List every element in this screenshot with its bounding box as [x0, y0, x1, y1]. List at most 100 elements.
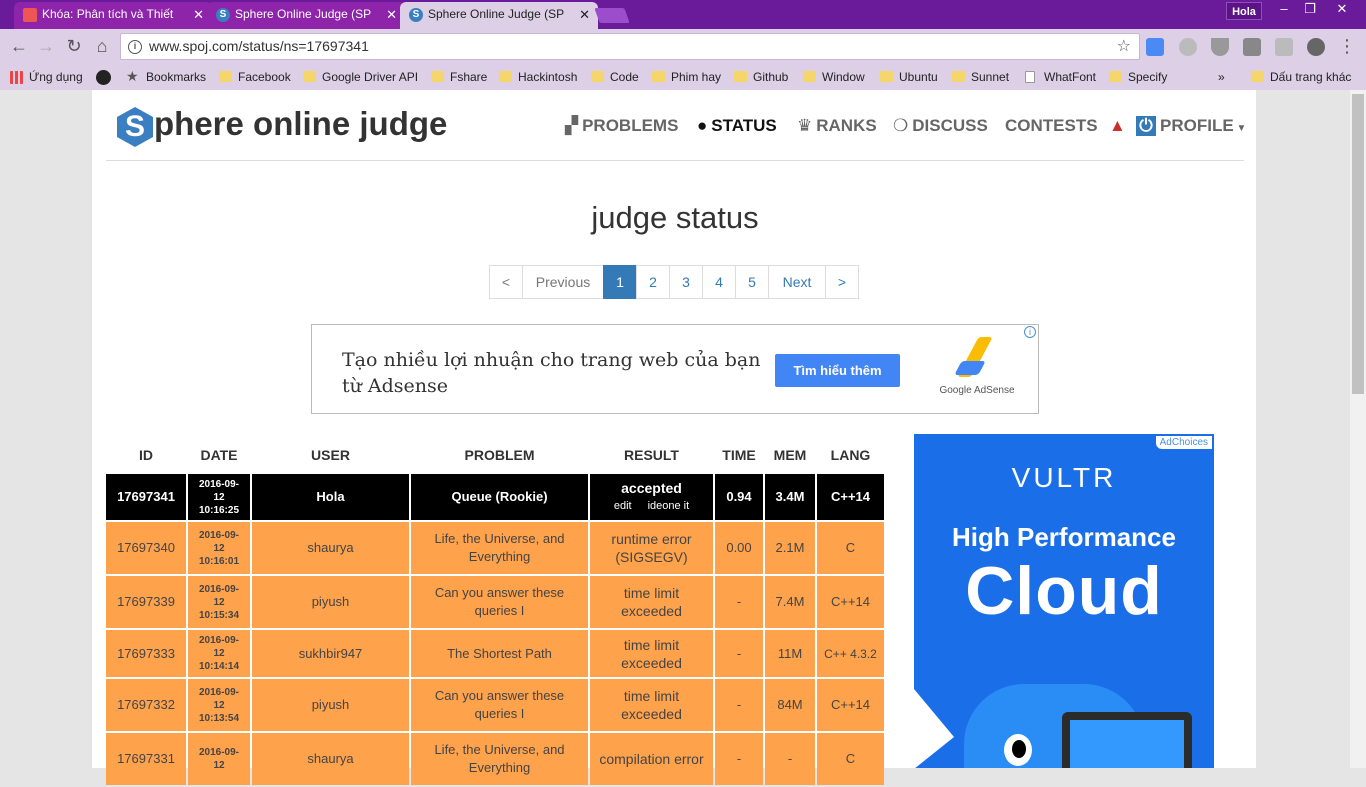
minimize-icon[interactable]: ‒ — [1270, 0, 1298, 20]
page-5-button[interactable]: 5 — [735, 265, 769, 299]
caret-down-icon: ▼ — [1233, 123, 1247, 134]
ad-learn-more-button[interactable]: Tìm hiểu thêm — [775, 354, 900, 387]
bookmark-apps[interactable]: Ứng dụng — [10, 68, 83, 86]
camera-icon[interactable] — [1243, 38, 1261, 56]
bookmark-folder[interactable]: Window — [803, 68, 865, 86]
extension-icon[interactable] — [1275, 38, 1293, 56]
page-4-button[interactable]: 4 — [702, 265, 736, 299]
page-last-button[interactable]: > — [825, 265, 859, 299]
info-icon[interactable]: i — [128, 40, 142, 54]
logo-text[interactable]: phere online judge — [154, 105, 447, 143]
nav-ranks[interactable]: ♛ RANKS — [797, 116, 877, 136]
window-close-icon[interactable]: ✕ — [1328, 0, 1356, 20]
cell-date: 2016-09- 12 10:13:54 — [188, 679, 250, 731]
eye-icon[interactable] — [1307, 38, 1325, 56]
col-mem: MEM — [765, 438, 815, 472]
bookmark-folder[interactable]: Ubuntu — [880, 68, 938, 86]
cell-result: time limit exceeded — [590, 576, 713, 628]
folder-icon — [431, 71, 444, 82]
cell-user[interactable]: shaurya — [252, 733, 409, 785]
puzzle-icon: ▞ — [565, 116, 579, 135]
browser-tab-1[interactable]: Khóa: Phân tích và Thiết ✕ — [14, 2, 212, 29]
adsense-banner[interactable]: Tạo nhiều lợi nhuận cho trang web của bạ… — [311, 324, 1039, 414]
col-date: DATE — [188, 438, 250, 472]
page-2-button[interactable]: 2 — [636, 265, 670, 299]
table-row: 17697331 2016-09- 12 shaurya Life, the Un… — [106, 733, 884, 785]
bookmark-folder[interactable]: Phim hay — [652, 68, 721, 86]
browser-tab-3[interactable]: S Sphere Online Judge (SP ✕ — [400, 2, 598, 29]
bookmark-folder[interactable]: Sunnet — [952, 68, 1009, 86]
cell-mem: 84M — [765, 679, 815, 731]
bookmark-github[interactable] — [96, 68, 111, 86]
nav-profile[interactable]: ⏻ PROFILE ▼ — [1136, 116, 1246, 136]
nav-discuss[interactable]: ❍ DISCUSS — [893, 116, 988, 136]
page-3-button[interactable]: 3 — [669, 265, 703, 299]
folder-icon — [652, 71, 665, 82]
bookmark-folder[interactable]: Facebook — [219, 68, 291, 86]
browser-tab-2[interactable]: S Sphere Online Judge (SP ✕ — [207, 2, 405, 29]
address-bar[interactable]: i www.spoj.com/status/ns=17697341 ☆ — [120, 33, 1140, 60]
cell-id[interactable]: 17697331 — [106, 733, 186, 785]
bookmark-folder[interactable]: Hackintosh — [499, 68, 577, 86]
new-tab-button[interactable] — [594, 8, 630, 23]
ideone-link[interactable]: ideone it — [648, 500, 690, 512]
shield-icon[interactable] — [1211, 38, 1229, 56]
cell-id[interactable]: 17697341 — [106, 474, 186, 520]
ad-text: Tạo nhiều lợi nhuận cho trang web của bạ… — [342, 349, 761, 397]
cell-problem[interactable]: Queue (Rookie) — [411, 474, 588, 520]
cell-time: 0.00 — [715, 522, 763, 574]
forward-icon[interactable]: → — [35, 35, 57, 57]
bookmark-page[interactable]: WhatFont — [1025, 68, 1096, 86]
cell-problem[interactable]: Can you answer these queries I — [411, 679, 588, 731]
adchoices-badge[interactable]: AdChoices — [1155, 436, 1212, 449]
restore-icon[interactable]: ❐ — [1296, 0, 1324, 20]
other-bookmarks[interactable]: Dấu trang khác — [1251, 68, 1351, 86]
bookmark-folder[interactable]: Code — [591, 68, 639, 86]
bookmark-folder[interactable]: Fshare — [431, 68, 487, 86]
translate-icon[interactable] — [1146, 38, 1164, 56]
page-previous-button[interactable]: Previous — [522, 265, 604, 299]
vultr-side-ad[interactable]: AdChoices VULTR High Performance Cloud — [914, 434, 1214, 768]
bookmark-folder[interactable]: Github — [734, 68, 788, 86]
extension-icon[interactable] — [1179, 38, 1197, 56]
cell-user[interactable]: Hola — [252, 474, 409, 520]
scrollbar-thumb[interactable] — [1352, 94, 1364, 394]
menu-icon[interactable]: ⋮ — [1336, 35, 1358, 57]
cell-id[interactable]: 17697339 — [106, 576, 186, 628]
edit-link[interactable]: edit — [614, 500, 632, 512]
ad-info-icon[interactable]: i — [1024, 326, 1036, 338]
close-icon[interactable]: ✕ — [579, 2, 590, 27]
cell-user[interactable]: piyush — [252, 679, 409, 731]
cell-problem[interactable]: Life, the Universe, and Everything — [411, 733, 588, 785]
cell-lang: C++ 4.3.2 — [817, 630, 884, 677]
cell-id[interactable]: 17697332 — [106, 679, 186, 731]
cell-user[interactable]: shaurya — [252, 522, 409, 574]
page-next-button[interactable]: Next — [768, 265, 826, 299]
profile-chip[interactable]: Hola — [1226, 2, 1262, 20]
star-icon[interactable]: ☆ — [1117, 34, 1131, 59]
cell-id[interactable]: 17697333 — [106, 630, 186, 677]
cell-user[interactable]: piyush — [252, 576, 409, 628]
cell-problem[interactable]: Life, the Universe, and Everything — [411, 522, 588, 574]
page-first-button[interactable]: < — [489, 265, 523, 299]
bookmark-folder[interactable]: Google Driver API — [303, 68, 418, 86]
cell-problem[interactable]: The Shortest Path — [411, 630, 588, 677]
bookmark-folder[interactable]: Specify — [1109, 68, 1167, 86]
close-icon[interactable]: ✕ — [386, 2, 397, 27]
page-1-button[interactable]: 1 — [603, 265, 637, 299]
home-icon[interactable]: ⌂ — [91, 35, 113, 57]
reload-icon[interactable]: ↻ — [63, 35, 85, 57]
cell-user[interactable]: sukhbir947 — [252, 630, 409, 677]
nav-contests[interactable]: CONTESTS — [1005, 116, 1098, 136]
back-icon[interactable]: ← — [8, 35, 30, 57]
cell-id[interactable]: 17697340 — [106, 522, 186, 574]
close-icon[interactable]: ✕ — [193, 2, 204, 27]
nav-status[interactable]: ● STATUS — [697, 116, 777, 136]
cell-problem[interactable]: Can you answer these queries I — [411, 576, 588, 628]
bookmark-bookmarks[interactable]: ★ Bookmarks — [126, 68, 206, 86]
warning-icon[interactable]: ▲ — [1109, 116, 1126, 136]
folder-icon — [303, 71, 316, 82]
nav-problems[interactable]: ▞ PROBLEMS — [565, 116, 678, 136]
folder-icon — [219, 71, 232, 82]
more-bookmarks-button[interactable]: » — [1218, 68, 1225, 86]
